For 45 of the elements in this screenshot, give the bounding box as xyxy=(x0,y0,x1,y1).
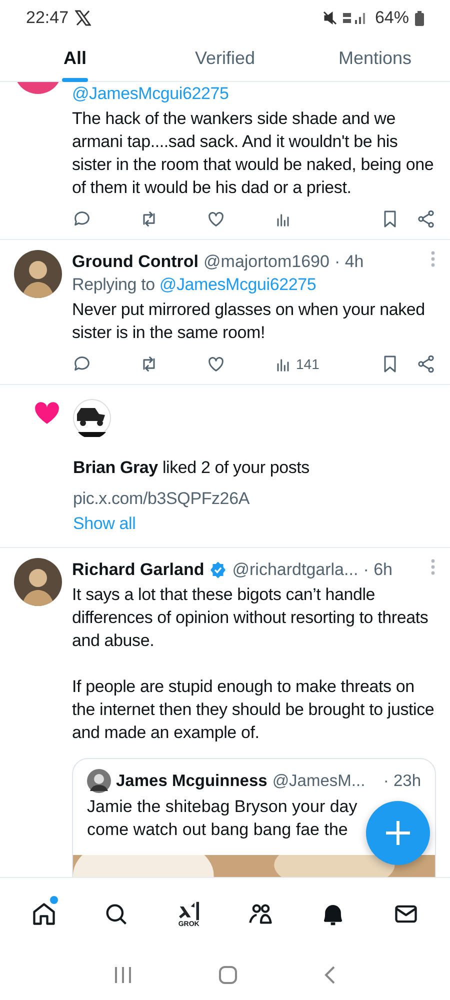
liker-name[interactable]: Brian Gray xyxy=(73,458,158,477)
replying-label: Replying to xyxy=(72,275,156,294)
post-time: · 4h xyxy=(334,252,364,272)
post-text: If people are stupid enough to make threats on the internet then they should be brought to justice and made an example of. xyxy=(72,676,436,744)
tab[interactable]: Mentions xyxy=(300,36,450,81)
post-text: The hack of the wankers side shade and we armani tap....sad sack. And it wouldn't be his sister in the room that would be naked, being one of them it would be his dad or a priest. xyxy=(72,108,435,199)
home-button-icon[interactable] xyxy=(218,965,238,985)
clock: 22:47 xyxy=(26,8,69,28)
author-handle: @majortom1690 xyxy=(204,252,330,272)
avatar[interactable] xyxy=(14,250,62,298)
tab-indicator xyxy=(62,78,88,82)
like-icon[interactable] xyxy=(206,209,226,229)
post-text: Never put mirrored glasses on when your naked sister is in the same room! xyxy=(72,299,426,344)
post-text: Jamie the shitebag Bryson your day xyxy=(87,796,358,818)
avatar[interactable] xyxy=(73,399,111,437)
like-icon[interactable] xyxy=(206,354,226,374)
post-text: come watch out bang bang fae the xyxy=(87,819,349,841)
back-icon[interactable] xyxy=(323,965,338,985)
author-handle: @JamesM... xyxy=(272,772,366,790)
battery-icon xyxy=(415,10,424,26)
share-icon[interactable] xyxy=(416,354,436,374)
author-name[interactable]: Richard Garland xyxy=(72,560,204,580)
plus-icon xyxy=(383,818,413,848)
x-logo-icon xyxy=(74,10,91,26)
post-time: · 23h xyxy=(383,772,421,790)
home-icon[interactable] xyxy=(31,901,58,927)
heart-icon xyxy=(34,401,60,425)
like-notice: liked 2 of your posts xyxy=(162,458,310,477)
view-count: 141 xyxy=(296,356,320,372)
post-time: · 6h xyxy=(363,560,392,580)
share-icon[interactable] xyxy=(416,209,436,229)
battery-percent: 64% xyxy=(374,8,409,28)
author-name: James Mcguinness xyxy=(116,772,268,790)
post-text: It says a lot that these bigots can’t handle differences of opinion without resorting to threats and abuse. xyxy=(72,584,430,652)
recents-icon[interactable] xyxy=(112,966,133,984)
author-name[interactable]: Ground Control xyxy=(72,252,199,272)
compose-button[interactable] xyxy=(366,801,430,865)
author-handle: @richardtgarla... xyxy=(232,560,358,580)
avatar[interactable] xyxy=(14,558,62,606)
tab[interactable]: Verified xyxy=(150,36,300,81)
mute-icon xyxy=(322,11,337,25)
grok-icon[interactable] xyxy=(178,900,200,920)
tab[interactable]: All xyxy=(0,36,150,81)
avatar xyxy=(87,769,111,793)
post-link[interactable]: pic.x.com/b3SQPFz26A xyxy=(73,487,436,510)
